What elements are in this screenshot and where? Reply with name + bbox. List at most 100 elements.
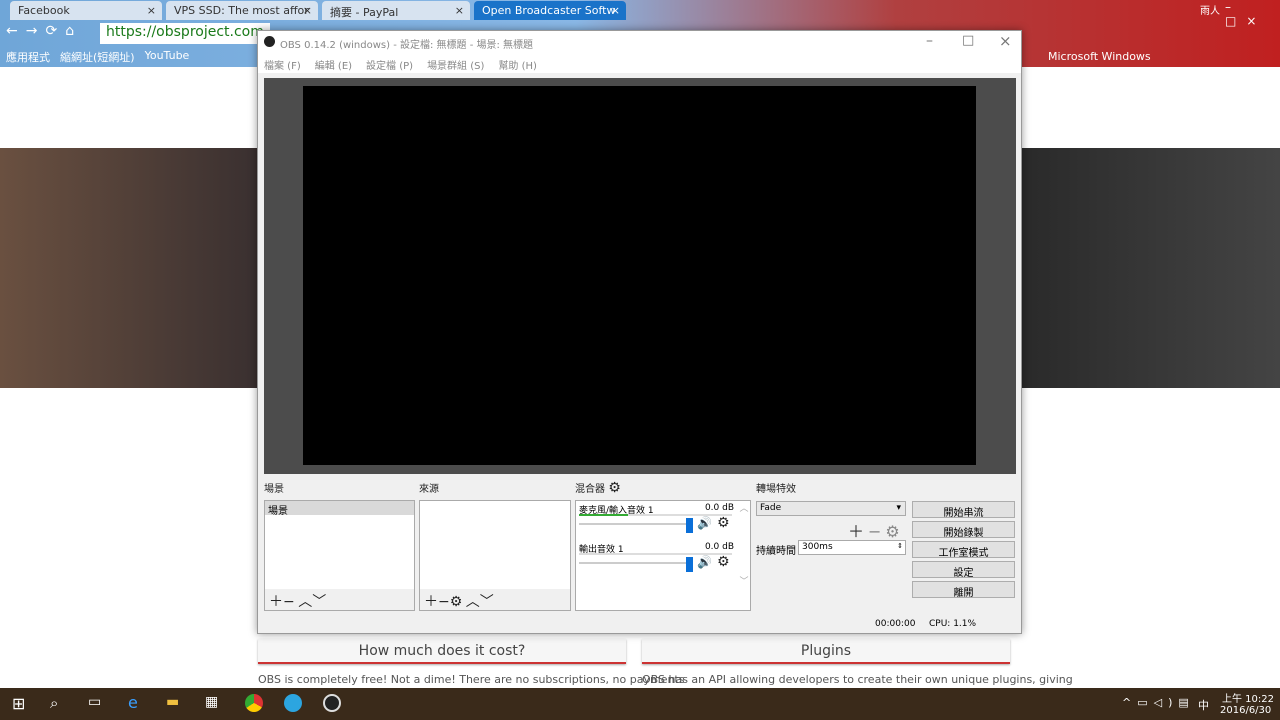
sources-label: 來源 xyxy=(419,484,439,495)
remove-icon[interactable]: − xyxy=(283,594,295,610)
close-icon[interactable]: × xyxy=(303,4,312,17)
add-icon[interactable]: ＋ xyxy=(424,594,438,610)
plugins-button[interactable]: Plugins xyxy=(642,639,1010,664)
bookmark-youtube[interactable]: YouTube xyxy=(145,49,190,63)
maximize-button[interactable]: □ xyxy=(962,33,974,48)
task-view-icon[interactable]: ▭ xyxy=(88,694,101,710)
chevron-down-icon: ▾ xyxy=(896,503,901,513)
tab-label: Facebook xyxy=(18,4,70,17)
profile-button[interactable]: 雨人 xyxy=(1200,2,1220,17)
window-title: OBS 0.14.2 (windows) - 設定檔: 無標題 - 場景: 無標… xyxy=(280,40,534,51)
store-icon[interactable]: ▦ xyxy=(205,694,218,710)
preview-canvas[interactable] xyxy=(303,86,976,465)
cost-text: OBS is completely free! Not a dime! Ther… xyxy=(258,673,685,686)
menu-profile[interactable]: 設定檔 (P) xyxy=(366,57,413,72)
remove-icon[interactable]: − xyxy=(438,594,450,610)
settings-button[interactable]: 設定 xyxy=(912,561,1015,579)
bookmarks-bar: 應用程式 縮網址(短網址) YouTube xyxy=(0,46,195,66)
close-icon[interactable]: × xyxy=(611,4,620,17)
gear-icon[interactable]: ⚙ xyxy=(717,515,730,531)
edge-icon[interactable]: e xyxy=(128,693,138,712)
slider-handle[interactable] xyxy=(686,557,693,572)
up-icon[interactable]: ︿ xyxy=(466,594,480,610)
tab-vps[interactable]: VPS SSD: The most affor × xyxy=(166,1,318,20)
bookmark-microsoft-windows[interactable]: Microsoft Windows xyxy=(1048,50,1151,63)
meter-fill xyxy=(579,514,628,516)
tab-paypal[interactable]: 摘要 - PayPal × xyxy=(322,1,470,20)
down-icon[interactable]: ﹀ xyxy=(312,594,326,610)
scene-item[interactable]: 場景 xyxy=(265,501,414,517)
clock-time[interactable]: 上午 10:22 xyxy=(1222,690,1274,705)
menu-scene-collection[interactable]: 場景群組 (S) xyxy=(427,57,484,72)
tab-label: Open Broadcaster Softw xyxy=(482,4,616,17)
obs-logo-icon xyxy=(264,36,275,47)
menu-edit[interactable]: 編輯 (E) xyxy=(315,57,352,72)
clock-date[interactable]: 2016/6/30 xyxy=(1220,705,1271,716)
gear-icon[interactable]: ⚙ xyxy=(450,594,463,610)
up-icon[interactable]: ︿ xyxy=(298,594,312,610)
down-icon[interactable]: ﹀ xyxy=(480,594,494,610)
duration-label: 持續時間 xyxy=(756,546,796,557)
search-icon[interactable]: ⌕ xyxy=(50,694,58,712)
status-cpu: CPU: 1.1% xyxy=(929,619,977,629)
duration-input[interactable]: 300ms ⇕ xyxy=(798,540,906,555)
remove-icon[interactable]: − xyxy=(868,522,885,541)
scenes-label: 場景 xyxy=(264,484,284,495)
bookmark-apps[interactable]: 應用程式 xyxy=(6,49,50,64)
preview-area[interactable] xyxy=(264,78,1016,474)
minimize-button[interactable]: – xyxy=(926,33,933,49)
mixer-label: 混合器 xyxy=(575,484,605,495)
gear-icon[interactable]: ⚙ xyxy=(717,554,730,570)
tab-label: 摘要 - PayPal xyxy=(330,6,399,19)
obs-title-bar: OBS 0.14.2 (windows) - 設定檔: 無標題 - 場景: 無標… xyxy=(258,31,1021,53)
mixer-channel: 輸出音效 1 0.0 dB 🔊 ⚙ xyxy=(576,540,750,579)
ime-indicator[interactable]: 中 xyxy=(1198,697,1209,713)
mixer-header: 混合器 ⚙ xyxy=(575,480,621,496)
start-icon[interactable]: ⊞ xyxy=(12,694,25,713)
transitions-label: 轉場特效 xyxy=(756,484,796,495)
spinner-icon[interactable]: ⇕ xyxy=(897,542,903,550)
close-icon[interactable]: × xyxy=(147,4,156,17)
speaker-icon[interactable]: 🔊 xyxy=(697,516,712,530)
transition-select[interactable]: Fade ▾ xyxy=(756,501,906,516)
add-icon[interactable]: ＋ xyxy=(269,594,283,610)
start-streaming-button[interactable]: 開始串流 xyxy=(912,501,1015,519)
gear-icon[interactable]: ⚙ xyxy=(608,480,621,496)
chrome-icon[interactable] xyxy=(245,694,263,712)
status-time: 00:00:00 xyxy=(875,619,916,629)
tab-facebook[interactable]: Facebook × xyxy=(10,1,162,20)
scenes-panel: 場景 ＋− ︿﹀ xyxy=(264,500,415,611)
file-explorer-icon[interactable]: ▬ xyxy=(166,694,179,710)
mixer-panel: 麥克風/輸入音效 1 0.0 dB 🔊 ⚙ 輸出音效 1 0.0 dB 🔊 ⚙ ︿ ﹀ xyxy=(575,500,751,611)
duration-value: 300ms xyxy=(802,542,833,552)
close-icon[interactable]: × xyxy=(455,4,464,17)
cost-button[interactable]: How much does it cost? xyxy=(258,639,626,664)
menu-help[interactable]: 幫助 (H) xyxy=(498,57,537,72)
obs-taskbar-icon[interactable] xyxy=(323,694,341,712)
channel-db: 0.0 dB xyxy=(704,542,734,552)
scene-toolbar: ＋− ︿﹀ xyxy=(265,589,414,610)
studio-mode-button[interactable]: 工作室模式 xyxy=(912,541,1015,559)
scrollbar[interactable]: ︿ ﹀ xyxy=(738,501,750,610)
channel-db: 0.0 dB xyxy=(704,503,734,513)
exit-button[interactable]: 離開 xyxy=(912,581,1015,599)
volume-slider[interactable] xyxy=(579,523,692,525)
tab-obs[interactable]: Open Broadcaster Softw × xyxy=(474,1,626,20)
menu-bar: 檔案 (F) 編輯 (E) 設定檔 (P) 場景群組 (S) 幫助 (H) xyxy=(258,53,1021,73)
nav-buttons[interactable]: ←→⟳⌂ xyxy=(6,23,82,39)
gear-icon[interactable]: ⚙ xyxy=(885,522,903,541)
volume-slider[interactable] xyxy=(579,562,692,564)
bookmark-shorturl[interactable]: 縮網址(短網址) xyxy=(60,49,135,64)
speaker-icon[interactable]: 🔊 xyxy=(697,555,712,569)
slider-handle[interactable] xyxy=(686,518,693,533)
start-recording-button[interactable]: 開始錄製 xyxy=(912,521,1015,539)
telegram-icon[interactable] xyxy=(284,694,302,712)
system-tray-icons[interactable]: ^▭◁)▤ xyxy=(1122,696,1195,709)
menu-file[interactable]: 檔案 (F) xyxy=(264,57,301,72)
address-bar[interactable]: https://obsproject.com xyxy=(100,23,270,44)
transition-value: Fade xyxy=(760,503,782,513)
add-icon[interactable]: ＋ xyxy=(848,522,868,541)
close-button[interactable]: × xyxy=(999,32,1012,50)
mixer-channel: 麥克風/輸入音效 1 0.0 dB 🔊 ⚙ xyxy=(576,501,750,540)
taskbar: ⊞ ⌕ ▭ e ▬ ▦ ^▭◁)▤ 中 上午 10:22 2016/6/30 xyxy=(0,688,1280,720)
